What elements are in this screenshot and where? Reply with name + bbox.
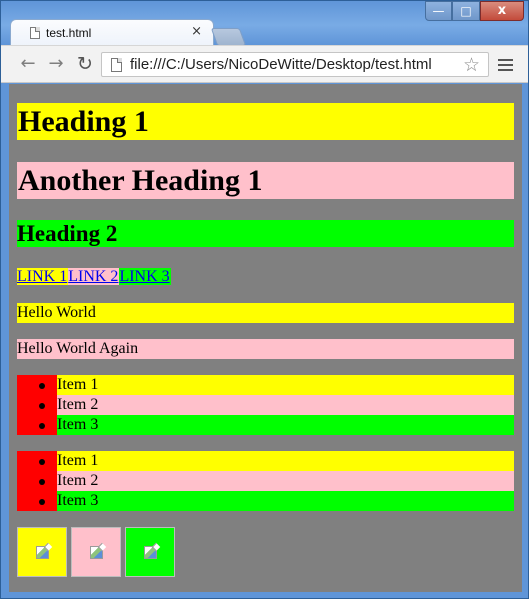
list-item: Item 1 xyxy=(39,451,514,471)
links-row: LINK 1LINK 2LINK 3 xyxy=(17,267,171,286)
maximize-button[interactable]: □ xyxy=(452,1,480,21)
bulleted-list-second: Item 1 Item 2 Item 3 xyxy=(17,451,514,511)
link-3[interactable]: LINK 3 xyxy=(119,268,171,285)
bulleted-list-first: Item 1 Item 2 Item 3 xyxy=(17,375,514,435)
image-box-green xyxy=(125,527,175,577)
address-text: file:///C:/Users/NicoDeWitte/Desktop/tes… xyxy=(130,56,432,73)
back-arrow-icon[interactable]: ← xyxy=(17,53,39,75)
heading-1-second: Another Heading 1 xyxy=(17,162,514,199)
image-box-yellow xyxy=(17,527,67,577)
window-controls: — □ x xyxy=(425,1,524,21)
link-1[interactable]: LINK 1 xyxy=(17,268,69,285)
list-item: Item 2 xyxy=(39,395,514,415)
forward-arrow-icon[interactable]: → xyxy=(45,53,67,75)
tab-title: test.html xyxy=(46,26,92,40)
web-page-content: Heading 1 Another Heading 1 Heading 2 LI… xyxy=(9,84,522,592)
address-bar[interactable]: file:///C:/Users/NicoDeWitte/Desktop/tes… xyxy=(101,52,489,77)
paragraph-hello-world: Hello World xyxy=(17,303,514,323)
close-window-button[interactable]: x xyxy=(480,1,524,21)
browser-toolbar: ← → ↻ file:///C:/Users/NicoDeWitte/Deskt… xyxy=(1,45,528,83)
list-item: Item 2 xyxy=(39,471,514,491)
menu-icon[interactable] xyxy=(498,57,513,71)
new-tab-button[interactable] xyxy=(210,28,247,46)
page-icon xyxy=(30,27,40,39)
heading-1-first: Heading 1 xyxy=(17,103,514,140)
link-2[interactable]: LINK 2 xyxy=(68,268,120,285)
list-item: Item 3 xyxy=(39,491,514,511)
list-item: Item 1 xyxy=(39,375,514,395)
broken-image-icon xyxy=(90,546,103,559)
broken-image-icon xyxy=(144,546,157,559)
minimize-button[interactable]: — xyxy=(425,1,452,21)
page-icon xyxy=(111,58,122,72)
reload-icon[interactable]: ↻ xyxy=(74,53,96,75)
broken-image-icon xyxy=(36,546,49,559)
image-box-pink xyxy=(71,527,121,577)
title-bar: test.html × — □ x xyxy=(1,1,528,46)
browser-window: test.html × — □ x ← → ↻ file:///C:/Users… xyxy=(0,0,529,599)
paragraph-hello-world-again: Hello World Again xyxy=(17,339,514,359)
close-icon[interactable]: × xyxy=(191,24,202,39)
star-icon[interactable]: ☆ xyxy=(463,54,480,76)
heading-2: Heading 2 xyxy=(17,220,514,247)
browser-tab[interactable]: test.html × xyxy=(10,19,214,46)
list-item: Item 3 xyxy=(39,415,514,435)
